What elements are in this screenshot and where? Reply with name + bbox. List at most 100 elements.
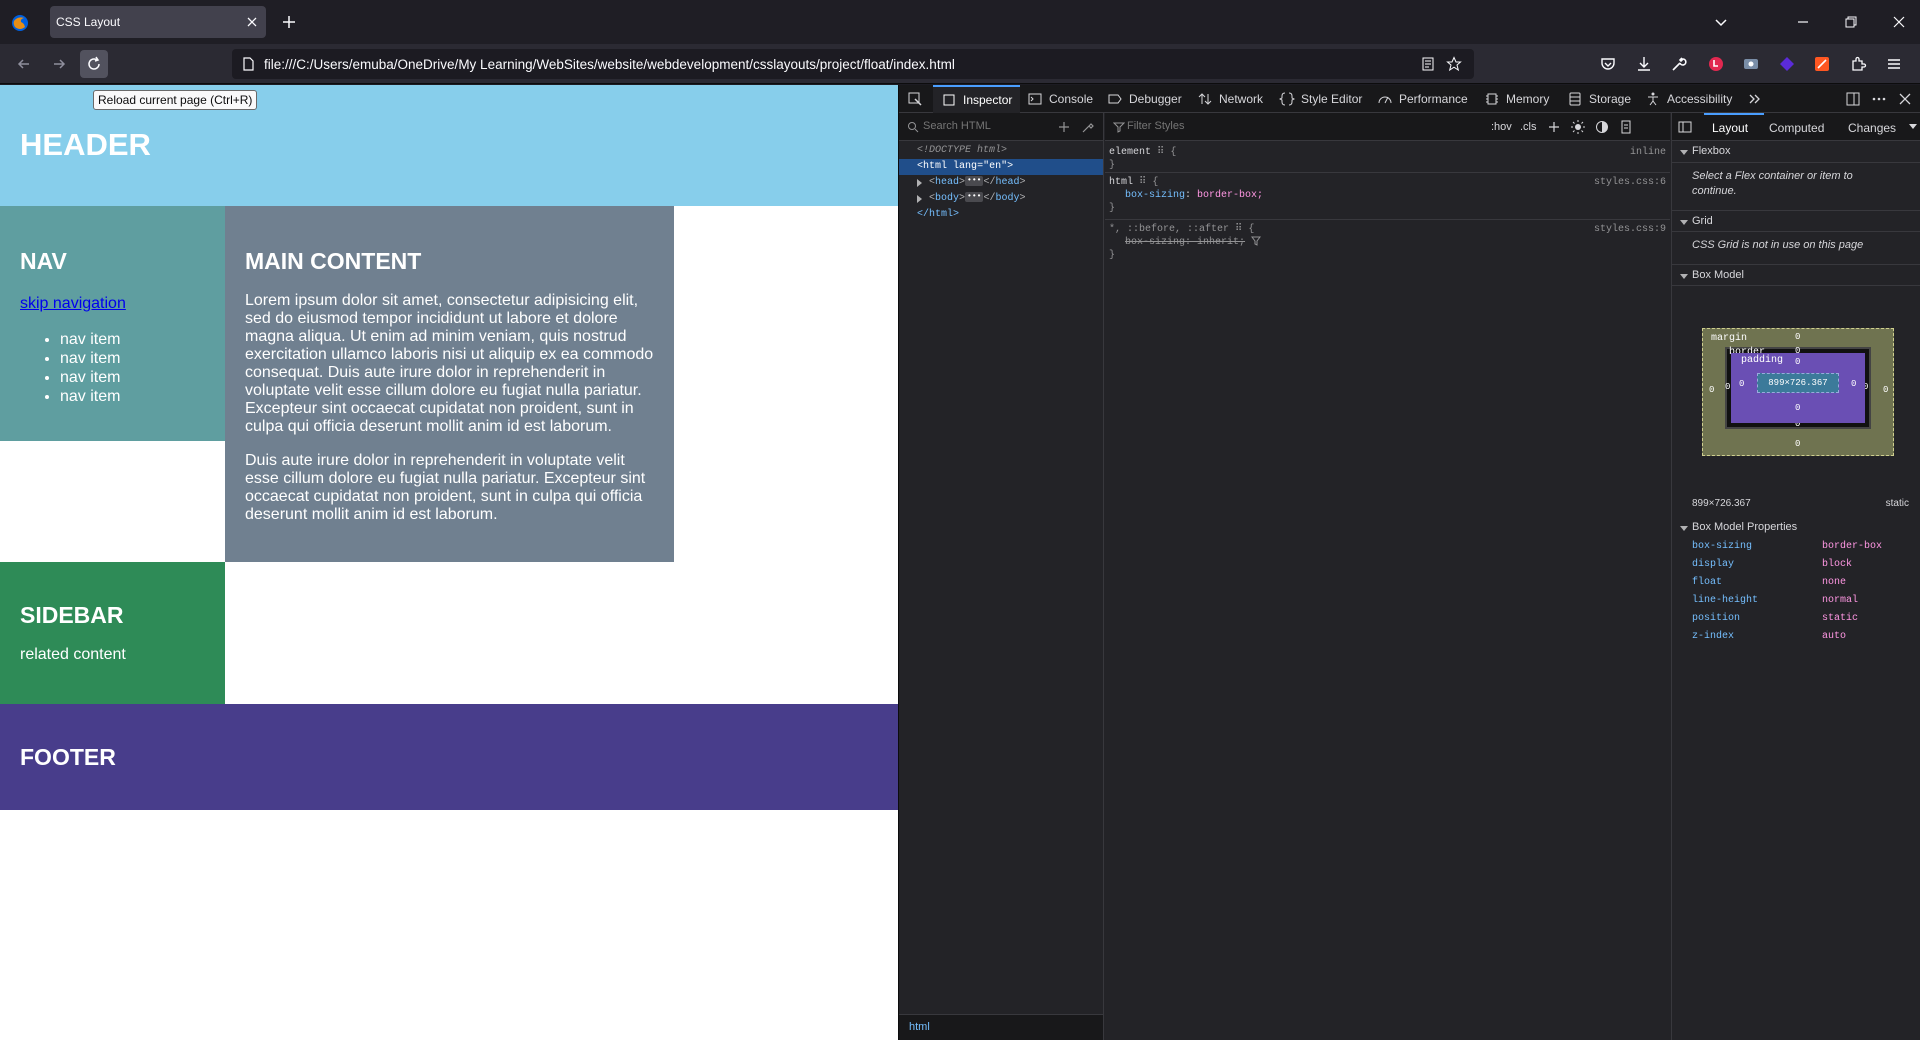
pocket-icon[interactable] <box>1599 55 1617 73</box>
border-left-value[interactable]: 0 <box>1725 382 1730 392</box>
light-scheme-icon[interactable] <box>1571 120 1585 134</box>
breadcrumb[interactable]: html <box>899 1014 1103 1040</box>
tab-layout[interactable]: Layout <box>1712 121 1748 135</box>
extension-screenshot-icon[interactable] <box>1742 55 1760 73</box>
tab-memory[interactable]: Memory <box>1484 85 1549 113</box>
nav-item[interactable]: nav item <box>60 368 205 387</box>
new-tab-icon[interactable] <box>280 13 298 31</box>
close-tab-icon[interactable] <box>244 14 260 30</box>
ellipsis-icon[interactable]: ••• <box>965 176 984 187</box>
tab-computed[interactable]: Computed <box>1769 121 1824 135</box>
css-rule-universal[interactable]: styles.css:9 *, ::before, ::after ⠿ { bo… <box>1105 220 1670 267</box>
margin-bottom-value[interactable]: 0 <box>1795 439 1800 449</box>
extensions-puzzle-icon[interactable] <box>1849 55 1867 73</box>
nav-item[interactable]: nav item <box>60 387 205 406</box>
extension-orange-icon[interactable] <box>1813 55 1831 73</box>
extension-red-icon[interactable] <box>1707 55 1725 73</box>
margin-label: margin <box>1711 333 1748 344</box>
list-all-tabs-icon[interactable] <box>1713 14 1729 30</box>
restore-icon[interactable] <box>1843 14 1859 30</box>
markup-node-doctype[interactable]: <!DOCTYPE html> <box>899 143 1103 159</box>
markup-node-html[interactable]: <html lang="en"> <box>899 159 1103 175</box>
tab-storage[interactable]: Storage <box>1567 85 1631 113</box>
back-button[interactable] <box>10 50 38 78</box>
tab-label: Accessibility <box>1667 92 1733 106</box>
css-declaration-overridden[interactable]: box-sizing: inherit; <box>1109 236 1666 249</box>
css-rule-element[interactable]: inline element ⠿ { } <box>1105 143 1670 173</box>
margin-top-value[interactable]: 0 <box>1795 332 1800 342</box>
url-bar[interactable]: file:///C:/Users/emuba/OneDrive/My Learn… <box>232 49 1474 79</box>
css-declaration[interactable]: box-sizing: border-box; <box>1109 189 1666 202</box>
expand-twisty-icon[interactable] <box>917 179 922 187</box>
property-name: z-index <box>1692 631 1735 642</box>
tab-css-layout[interactable]: CSS Layout <box>50 6 266 38</box>
element-picker-icon[interactable] <box>907 91 923 107</box>
hamburger-menu-icon[interactable] <box>1885 55 1903 73</box>
eyedropper-icon[interactable] <box>1081 120 1095 134</box>
filter-property-icon[interactable] <box>1251 236 1262 247</box>
more-tabs-chevron-icon[interactable] <box>1747 91 1763 107</box>
padding-right-value[interactable]: 0 <box>1851 379 1856 389</box>
minimize-icon[interactable] <box>1795 14 1811 30</box>
add-rule-icon[interactable] <box>1547 120 1561 134</box>
cls-toggle[interactable]: .cls <box>1520 121 1537 133</box>
css-rule-html[interactable]: styles.css:6 html ⠿ { box-sizing: border… <box>1105 173 1670 220</box>
markup-node-body[interactable]: <body> ••• </body> <box>899 191 1103 207</box>
chevron-down-icon[interactable] <box>1908 123 1918 131</box>
tab-label: Console <box>1049 92 1094 106</box>
markup-node-html-close[interactable]: </html> <box>899 207 1103 223</box>
url-text[interactable]: file:///C:/Users/emuba/OneDrive/My Learn… <box>264 57 955 72</box>
nav-item[interactable]: nav item <box>60 349 205 368</box>
box-model-section-header[interactable]: Box Model <box>1672 264 1920 286</box>
margin-left-value[interactable]: 0 <box>1709 385 1714 395</box>
filter-styles-input[interactable] <box>1127 120 1247 132</box>
bookmark-star-icon[interactable] <box>1446 56 1462 72</box>
grid-section-header[interactable]: Grid <box>1672 210 1920 232</box>
flexbox-section-header[interactable]: Flexbox <box>1672 141 1920 163</box>
hov-toggle[interactable]: :hov <box>1491 121 1512 133</box>
dock-side-icon[interactable] <box>1845 91 1861 107</box>
tab-inspector[interactable]: Inspector <box>933 85 1021 113</box>
rule-source[interactable]: inline <box>1630 146 1666 159</box>
margin-right-value[interactable]: 0 <box>1883 385 1888 395</box>
padding-top-value[interactable]: 0 <box>1795 357 1800 367</box>
expand-twisty-icon[interactable] <box>917 195 922 203</box>
skip-navigation-link[interactable]: skip navigation <box>20 295 205 313</box>
print-media-icon[interactable] <box>1619 120 1633 134</box>
rule-source[interactable]: styles.css:6 <box>1594 176 1666 189</box>
tab-debugger[interactable]: Debugger <box>1107 85 1182 113</box>
tab-accessibility[interactable]: Accessibility <box>1645 85 1732 113</box>
search-html-input[interactable] <box>923 120 1033 132</box>
reader-view-icon[interactable] <box>1420 56 1436 72</box>
downloads-icon[interactable] <box>1635 55 1653 73</box>
tab-network[interactable]: Network <box>1197 85 1263 113</box>
rule-source[interactable]: styles.css:9 <box>1594 223 1666 236</box>
tab-changes[interactable]: Changes <box>1848 121 1896 135</box>
extension-purple-icon[interactable] <box>1778 55 1796 73</box>
ellipsis-icon[interactable]: ••• <box>965 192 984 203</box>
add-node-icon[interactable] <box>1057 120 1071 134</box>
network-icon <box>1198 93 1212 105</box>
toggle-pane-icon[interactable] <box>1678 120 1692 134</box>
close-devtools-icon[interactable] <box>1897 91 1913 107</box>
padding-left-value[interactable]: 0 <box>1739 379 1744 389</box>
forward-button[interactable] <box>45 50 73 78</box>
padding-bottom-value[interactable]: 0 <box>1795 403 1800 413</box>
tab-label: Storage <box>1589 92 1632 106</box>
firefox-logo-icon[interactable] <box>10 13 30 33</box>
page-sidebar: SIDEBAR related content <box>0 562 225 704</box>
tab-performance[interactable]: Performance <box>1377 85 1468 113</box>
breadcrumb-item[interactable]: html <box>909 1021 930 1033</box>
close-window-icon[interactable] <box>1891 14 1907 30</box>
layout-sidebar: Layout Computed Changes Flexbox Select a… <box>1671 113 1920 1040</box>
box-model-properties-header[interactable]: Box Model Properties <box>1672 517 1920 539</box>
box-model-content-size[interactable]: 899×726.367 <box>1757 373 1839 393</box>
dark-scheme-icon[interactable] <box>1595 120 1609 134</box>
reload-button[interactable] <box>80 50 108 78</box>
markup-node-head[interactable]: <head> ••• </head> <box>899 175 1103 191</box>
wrench-icon[interactable] <box>1670 55 1688 73</box>
nav-item[interactable]: nav item <box>60 330 205 349</box>
more-options-icon[interactable] <box>1871 91 1887 107</box>
tab-style-editor[interactable]: Style Editor <box>1279 85 1362 113</box>
tab-console[interactable]: Console <box>1027 85 1093 113</box>
